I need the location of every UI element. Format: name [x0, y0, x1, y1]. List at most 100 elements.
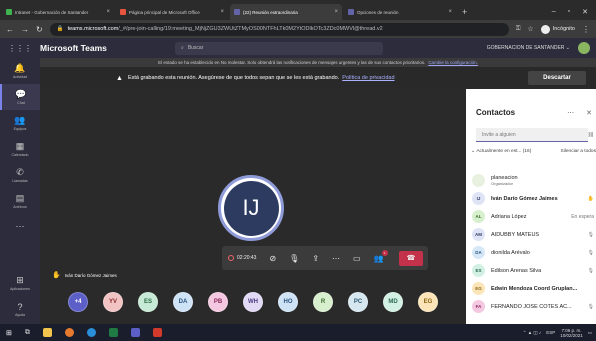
close-tab-icon[interactable]: ×: [106, 9, 110, 15]
search-input[interactable]: ⌕ Buscar: [175, 41, 383, 55]
close-icon[interactable]: ✕: [586, 109, 592, 117]
group-header[interactable]: ⌄ Actualmente en est... (16) Silenciar a…: [471, 149, 596, 154]
speaker-label: ✋ Iván Darío Gómez Jaimes: [52, 272, 117, 279]
contact-name: Edilson Arenas Silva: [491, 268, 585, 274]
menu-icon[interactable]: ⋮: [582, 25, 590, 34]
key-icon[interactable]: ⚿: [516, 26, 521, 33]
firefox-icon[interactable]: [64, 328, 74, 337]
avatar[interactable]: [578, 42, 590, 54]
participant-avatar[interactable]: R: [313, 292, 333, 312]
close-tab-icon[interactable]: ×: [448, 9, 452, 15]
list-item[interactable]: DA dionilda Arévalo 🎙: [472, 244, 596, 261]
sidebar-item-equipos[interactable]: 👥 Equipos: [0, 110, 40, 136]
browser-tab[interactable]: Opciones de reunión ×: [344, 4, 456, 20]
mic-icon[interactable]: 🎙: [289, 254, 299, 263]
file-explorer-icon[interactable]: [42, 328, 52, 337]
participant-avatar[interactable]: WH: [243, 292, 263, 312]
lock-icon: 🔒: [56, 26, 64, 32]
list-item[interactable]: planeacion Organizador: [472, 172, 596, 189]
invite-input[interactable]: Invite a alguien ⛓: [476, 128, 594, 142]
sidebar-item-ayuda[interactable]: ? Ayuda: [0, 296, 40, 322]
participant-avatar[interactable]: PB: [208, 292, 228, 312]
org-switcher[interactable]: GOBERNACION DE SANTANDER ⌄: [487, 45, 570, 51]
teams-taskbar-icon[interactable]: [130, 328, 140, 337]
more-actions-icon[interactable]: ⋯: [332, 254, 340, 263]
minimize-icon[interactable]: –: [552, 8, 556, 16]
participant-avatar[interactable]: YV: [103, 292, 123, 312]
share-link-icon[interactable]: ⛓: [588, 132, 594, 138]
dismiss-button[interactable]: Descartar: [528, 71, 586, 85]
sidebar-item-calendario[interactable]: ▦ Calendario: [0, 136, 40, 162]
close-window-icon[interactable]: ✕: [582, 8, 588, 16]
sidebar-item-actividad[interactable]: 🔔 Actividad: [0, 58, 40, 84]
sidebar-item-more[interactable]: ⋯: [0, 214, 40, 240]
browser-tab[interactable]: Página principal de Microsoft Office ×: [116, 4, 228, 20]
excel-icon[interactable]: [108, 328, 118, 337]
browser-tab-active[interactable]: (22) Reunión extraordinaria ×: [230, 4, 342, 20]
hang-up-button[interactable]: ☎: [399, 250, 423, 266]
share-icon[interactable]: ⇪: [312, 254, 319, 263]
contact-name: planeacion Organizador: [491, 175, 591, 186]
recording-banner: ▲ Está grabando esta reunión. Asegúrese …: [40, 67, 596, 89]
participant-avatar[interactable]: HO: [278, 292, 298, 312]
change-settings-link[interactable]: Cambie la configuración.: [428, 60, 478, 65]
new-tab-button[interactable]: +: [462, 7, 467, 17]
sidebar-item-label: Archivos: [13, 205, 27, 209]
recording-notice: Está grabando esta reunión. Asegúrese de…: [127, 75, 340, 81]
list-item[interactable]: FA FERNANDO JOSE COTES AC... 🎙: [472, 298, 596, 315]
avatar: EG: [472, 282, 485, 295]
list-item[interactable]: ES Edilson Arenas Silva 🎙: [472, 262, 596, 279]
participant-avatar[interactable]: ES: [138, 292, 158, 312]
participant-avatar[interactable]: EG: [418, 292, 438, 312]
notifications-icon[interactable]: ▭: [588, 330, 592, 336]
task-view-icon[interactable]: ⧉: [25, 329, 30, 337]
star-icon[interactable]: ☆: [527, 25, 533, 33]
camera-off-icon[interactable]: ⊘: [269, 254, 276, 263]
close-tab-icon[interactable]: ×: [334, 9, 338, 15]
participant-avatar[interactable]: MD: [383, 292, 403, 312]
list-item[interactable]: AM AIDUBBY MATEUS 🎙: [472, 226, 596, 243]
contact-name-text: AIDUBBY MATEUS: [491, 231, 540, 238]
contact-name-text: Iván Darío Gómez Jaimes: [491, 195, 558, 202]
pdf-icon[interactable]: [152, 328, 162, 337]
list-item[interactable]: IJ Iván Darío Gómez Jaimes ✋: [472, 190, 596, 207]
app-launcher-icon[interactable]: ⋮⋮⋮: [0, 44, 40, 53]
list-item[interactable]: EG Edwin Mendoza Coord Gruplan...: [472, 280, 596, 297]
edge-icon[interactable]: [86, 328, 96, 337]
participant-avatar[interactable]: PC: [348, 292, 368, 312]
close-tab-icon[interactable]: ×: [220, 9, 224, 15]
forward-icon[interactable]: →: [21, 25, 29, 34]
privacy-policy-link[interactable]: Política de privacidad: [342, 75, 394, 81]
participant-avatar[interactable]: DA: [173, 292, 193, 312]
sidebar-item-archivos[interactable]: ▤ Archivos: [0, 188, 40, 214]
mute-all-link[interactable]: Silenciar a todos: [561, 149, 596, 154]
bell-icon: 🔔: [14, 63, 26, 73]
clock[interactable]: 7:06 p. m. 10/02/2021: [560, 328, 583, 338]
more-participants-button[interactable]: +4: [68, 292, 88, 312]
chat-icon[interactable]: ▭: [353, 254, 361, 263]
dnd-banner: El estado se ha establecido en No molest…: [40, 58, 596, 67]
list-item[interactable]: AL Adriana López En espera: [472, 208, 596, 225]
browser-tab[interactable]: Intranet - Gobernación de Santander ×: [2, 4, 114, 20]
contacts-panel: Contactos ⋯ ✕ Invite a alguien ⛓ ⌄ Actua…: [466, 89, 596, 324]
sidebar-item-llamadas[interactable]: ✆ Llamadas: [0, 162, 40, 188]
incognito-indicator[interactable]: Incógnito: [540, 24, 575, 34]
tray-icons[interactable]: ⌃ ▲ ◫ ♪: [523, 330, 541, 336]
more-icon: ⋯: [15, 221, 25, 231]
recording-icon: [228, 255, 234, 261]
windows-start-icon[interactable]: ⊞: [6, 329, 12, 337]
sidebar-item-chat[interactable]: 💬 Chat: [0, 84, 40, 110]
avatar: ES: [472, 264, 485, 277]
more-options-icon[interactable]: ⋯: [567, 109, 574, 117]
app-title: Microsoft Teams: [40, 43, 107, 53]
back-icon[interactable]: ←: [6, 25, 14, 34]
url-field[interactable]: 🔒 teams.microsoft.com/_#/pre-join-calling…: [49, 22, 509, 36]
contact-name: dionilda Arévalo: [491, 250, 585, 256]
participants-icon[interactable]: 👥 1: [374, 249, 388, 263]
reload-icon[interactable]: ↻: [36, 25, 43, 34]
call-controls: 02:20:43 ⊘ 🎙 ⇪ ⋯ ▭ 👥 1 ☎: [222, 246, 428, 270]
maximize-icon[interactable]: ▫: [568, 8, 570, 16]
sidebar-item-aplicaciones[interactable]: ⊞ Aplicaciones: [0, 270, 40, 296]
call-timer: 02:20:43: [228, 255, 256, 261]
language-indicator[interactable]: ESP: [546, 330, 555, 335]
